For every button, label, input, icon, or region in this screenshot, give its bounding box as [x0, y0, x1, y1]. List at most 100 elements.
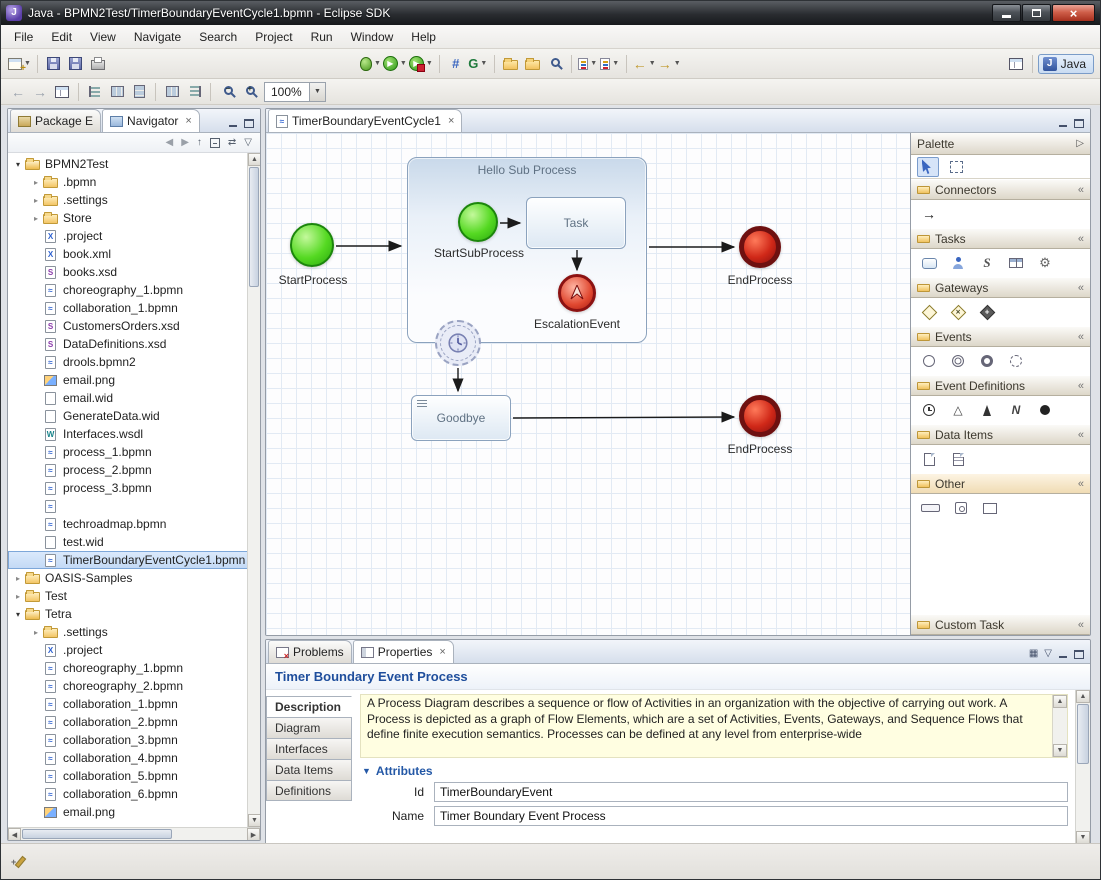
escalation-definition-tool[interactable]: [979, 401, 995, 419]
tree-item[interactable]: ≈techroadmap.bpmn: [8, 515, 260, 533]
tree-item[interactable]: ≈process_3.bpmn: [8, 479, 260, 497]
tree-item[interactable]: ▸.bpmn: [8, 173, 260, 191]
open-perspective-button[interactable]: [1005, 53, 1027, 75]
expander-icon[interactable]: ▸: [30, 628, 42, 637]
view-menu-icon[interactable]: ▽: [1044, 649, 1052, 659]
snapshot-button[interactable]: [51, 81, 73, 103]
tree-item[interactable]: X.project: [8, 641, 260, 659]
tree-item[interactable]: ▾BPMN2Test: [8, 155, 260, 173]
scroll-right-icon[interactable]: ▶: [247, 828, 260, 841]
forward-history-button[interactable]: →▼: [657, 53, 682, 75]
properties-scrollbar[interactable]: ▲ ▼: [1075, 690, 1090, 844]
debug-button[interactable]: ▼: [359, 53, 382, 75]
event-gateway-tool[interactable]: ×: [950, 303, 966, 321]
maximize-button[interactable]: [1022, 4, 1051, 22]
layout-tree-button[interactable]: [84, 81, 106, 103]
menu-search[interactable]: Search: [190, 27, 246, 47]
drawer-connectors[interactable]: Connectors«: [911, 179, 1090, 200]
tree-item[interactable]: ▸.settings: [8, 623, 260, 641]
selection-tool[interactable]: [917, 157, 939, 177]
nav-right-button[interactable]: →: [29, 81, 51, 103]
group-tool[interactable]: [982, 499, 998, 517]
tree-item[interactable]: ▸.settings: [8, 191, 260, 209]
description-scrollbar[interactable]: ▲ ▼: [1052, 695, 1067, 757]
save-all-button[interactable]: [65, 53, 87, 75]
start-event-tool[interactable]: [921, 352, 937, 370]
scroll-down-icon[interactable]: ▼: [248, 814, 260, 827]
routing-button[interactable]: [183, 81, 205, 103]
title-bar[interactable]: J Java - BPMN2Test/TimerBoundaryEventCyc…: [1, 1, 1100, 25]
expander-icon[interactable]: ▾: [12, 610, 24, 619]
tab-data-items[interactable]: Data Items: [266, 759, 352, 780]
back-icon[interactable]: ◀: [166, 138, 174, 148]
drawer-tasks[interactable]: Tasks«: [911, 228, 1090, 249]
nav-left-button[interactable]: ←: [7, 81, 29, 103]
menu-view[interactable]: View: [81, 27, 125, 47]
tab-description[interactable]: Description: [266, 696, 352, 717]
tree-item[interactable]: SDataDefinitions.xsd: [8, 335, 260, 353]
maximize-view-icon[interactable]: [1074, 650, 1084, 659]
menu-window[interactable]: Window: [342, 27, 403, 47]
browser-button[interactable]: G▼: [467, 53, 489, 75]
id-field-input[interactable]: [434, 782, 1068, 802]
link-with-editor-icon[interactable]: ⇄: [228, 138, 236, 148]
scroll-up-icon[interactable]: ▲: [1076, 690, 1090, 703]
drawer-custom-task[interactable]: Custom Task«: [911, 614, 1090, 635]
collapse-all-icon[interactable]: [210, 138, 220, 148]
error-definition-tool[interactable]: N: [1008, 401, 1024, 419]
tree-item[interactable]: ≈collaboration_3.bpmn: [8, 731, 260, 749]
menu-run[interactable]: Run: [302, 27, 342, 47]
parallel-gateway-tool[interactable]: +: [979, 303, 995, 321]
next-annotation-button[interactable]: ▼: [577, 53, 599, 75]
scrollbar-thumb[interactable]: [249, 167, 259, 287]
scrollbar-thumb[interactable]: [22, 829, 172, 839]
open-type-button[interactable]: #: [445, 53, 467, 75]
sequence-flow-tool[interactable]: →: [921, 205, 937, 223]
search-button[interactable]: [544, 53, 566, 75]
collapse-palette-icon[interactable]: ▷: [1076, 138, 1084, 149]
minimize-view-icon[interactable]: [228, 119, 238, 128]
java-perspective-button[interactable]: J Java: [1038, 54, 1094, 74]
tab-problems[interactable]: Problems: [268, 640, 352, 663]
menu-navigate[interactable]: Navigate: [125, 27, 190, 47]
scroll-down-icon[interactable]: ▼: [1053, 744, 1067, 757]
run-external-button[interactable]: ▶▼: [408, 53, 434, 75]
tree-vertical-scrollbar[interactable]: ▲ ▼: [247, 153, 260, 827]
print-button[interactable]: [87, 53, 109, 75]
tree-item[interactable]: Xbook.xml: [8, 245, 260, 263]
end-event-tool[interactable]: [979, 352, 995, 370]
tree-item[interactable]: ≈collaboration_5.bpmn: [8, 767, 260, 785]
expander-icon[interactable]: ▸: [30, 196, 42, 205]
new-wizard-button[interactable]: ▼: [7, 53, 32, 75]
name-field-input[interactable]: [434, 806, 1068, 826]
drawer-event-definitions[interactable]: Event Definitions«: [911, 375, 1090, 396]
menu-help[interactable]: Help: [402, 27, 445, 47]
up-icon[interactable]: ↑: [197, 138, 202, 148]
tree-item[interactable]: WInterfaces.wsdl: [8, 425, 260, 443]
back-history-button[interactable]: ←▼: [632, 53, 657, 75]
layout-horizontal-button[interactable]: [106, 81, 128, 103]
tab-navigator[interactable]: Navigator ×: [102, 109, 200, 132]
user-task-tool[interactable]: [950, 254, 966, 272]
zoom-in-button[interactable]: +: [238, 81, 260, 103]
data-object-tool[interactable]: [921, 450, 937, 468]
tree-item[interactable]: ≈process_1.bpmn: [8, 443, 260, 461]
layout-vertical-button[interactable]: [128, 81, 150, 103]
tree-item[interactable]: SCustomersOrders.xsd: [8, 317, 260, 335]
palette-header[interactable]: Palette ▷: [911, 133, 1090, 155]
tree-item[interactable]: test.wid: [8, 533, 260, 551]
tree-item[interactable]: ≈collaboration_4.bpmn: [8, 749, 260, 767]
tree-item[interactable]: GenerateData.wid: [8, 407, 260, 425]
data-store-tool[interactable]: [950, 450, 966, 468]
tab-diagram[interactable]: Diagram: [266, 717, 352, 738]
view-menu-icon[interactable]: ▽: [244, 138, 252, 148]
drawer-gateways[interactable]: Gateways«: [911, 277, 1090, 298]
signal-definition-tool[interactable]: △: [950, 401, 966, 419]
open-task-button[interactable]: [522, 53, 544, 75]
run-button[interactable]: ▶▼: [382, 53, 408, 75]
scrollbar-thumb[interactable]: [1077, 704, 1089, 764]
pin-view-icon[interactable]: ▦: [1029, 649, 1038, 659]
script-task-tool[interactable]: S: [979, 254, 995, 272]
marquee-tool[interactable]: [945, 157, 967, 177]
boundary-event-tool[interactable]: [1008, 352, 1024, 370]
